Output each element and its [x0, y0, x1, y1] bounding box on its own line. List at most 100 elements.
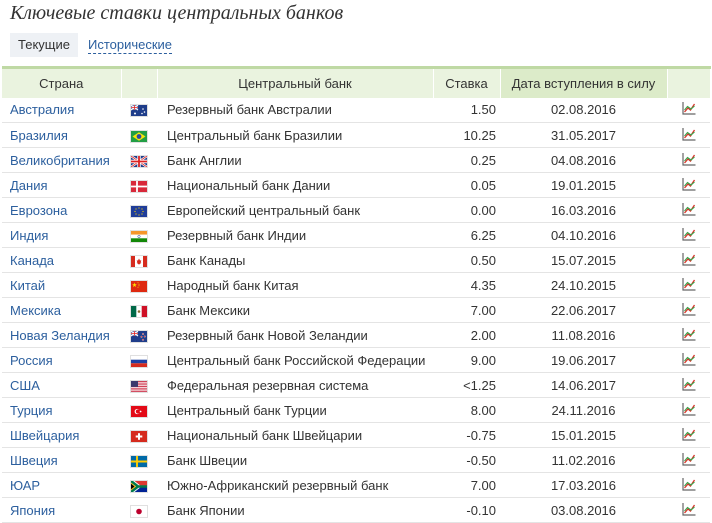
chart-icon[interactable]: [681, 226, 697, 245]
country-cell: Еврозона: [2, 197, 121, 223]
country-cell: Новая Зеландия: [2, 322, 121, 348]
australia-flag-icon: [131, 102, 147, 117]
rate-cell: 4.35: [433, 272, 500, 298]
country-link[interactable]: Россия: [10, 353, 53, 368]
chart-icon[interactable]: [681, 100, 697, 119]
chart-icon[interactable]: [681, 376, 697, 395]
table-row: ЮАР Южно-Африканский резервный банк 7.00 17…: [2, 472, 710, 498]
rate-cell: 0.25: [433, 147, 500, 173]
chart-cell: [667, 347, 710, 373]
country-link[interactable]: Еврозона: [10, 203, 67, 218]
country-cell: Австралия: [2, 97, 121, 123]
country-link[interactable]: Турция: [10, 403, 53, 418]
country-cell: Великобритания: [2, 147, 121, 173]
chart-icon[interactable]: [681, 176, 697, 195]
date-cell: 19.01.2015: [500, 172, 667, 198]
country-cell: США: [2, 372, 121, 398]
table-row: Турция Центральный банк Турции 8.00 24.11.2…: [2, 397, 710, 423]
header-rate[interactable]: Ставка: [433, 66, 501, 98]
chart-cell: [667, 247, 710, 273]
rates-table: Страна Центральный банк Ставка Дата всту…: [2, 66, 711, 523]
rate-cell: <1.25: [433, 372, 500, 398]
chart-icon[interactable]: [681, 476, 697, 495]
chart-icon[interactable]: [681, 351, 697, 370]
flag-cell: [121, 122, 157, 148]
date-cell: 15.07.2015: [500, 247, 667, 273]
usa-flag-icon: [131, 378, 147, 393]
flag-cell: [121, 97, 157, 123]
country-link[interactable]: ЮАР: [10, 478, 40, 493]
country-link[interactable]: США: [10, 378, 40, 393]
date-cell: 03.08.2016: [500, 497, 667, 523]
rate-cell: 6.25: [433, 222, 500, 248]
bank-cell: Банк Англии: [157, 147, 433, 173]
chart-cell: [667, 422, 710, 448]
chart-icon[interactable]: [681, 251, 697, 270]
rate-cell: -0.75: [433, 422, 500, 448]
japan-flag-icon: [131, 503, 147, 518]
country-cell: Турция: [2, 397, 121, 423]
flag-cell: [121, 322, 157, 348]
header-country[interactable]: Страна: [2, 66, 122, 98]
table-row: Великобритания Банк Англии 0.25 04.08.2016: [2, 147, 710, 173]
chart-icon[interactable]: [681, 401, 697, 420]
chart-icon[interactable]: [681, 151, 697, 170]
date-cell: 31.05.2017: [500, 122, 667, 148]
header-date[interactable]: Дата вступления в силу: [500, 66, 668, 98]
rate-cell: 7.00: [433, 297, 500, 323]
tab-historical[interactable]: Исторические: [87, 36, 173, 54]
header-bank[interactable]: Центральный банк: [157, 66, 434, 98]
date-cell: 24.10.2015: [500, 272, 667, 298]
rate-cell: 1.50: [433, 97, 500, 123]
chart-cell: [667, 172, 710, 198]
country-cell: Индия: [2, 222, 121, 248]
chart-icon[interactable]: [681, 301, 697, 320]
flag-cell: [121, 497, 157, 523]
country-link[interactable]: Канада: [10, 253, 54, 268]
flag-cell: [121, 172, 157, 198]
chart-cell: [667, 472, 710, 498]
flag-cell: [121, 222, 157, 248]
country-link[interactable]: Япония: [10, 503, 55, 518]
bank-cell: Банк Канады: [157, 247, 433, 273]
country-link[interactable]: Индия: [10, 228, 48, 243]
rate-cell: -0.10: [433, 497, 500, 523]
denmark-flag-icon: [131, 178, 147, 193]
country-link[interactable]: Швеция: [10, 453, 58, 468]
bank-cell: Банк Японии: [157, 497, 433, 523]
bank-cell: Центральный банк Турции: [157, 397, 433, 423]
tabs: Текущие Исторические: [10, 33, 173, 57]
country-link[interactable]: Бразилия: [10, 128, 68, 143]
chart-icon[interactable]: [681, 326, 697, 345]
country-link[interactable]: Дания: [10, 178, 48, 193]
table-row: Индия Резервный банк Индии 6.25 04.10.2016: [2, 222, 710, 248]
chart-icon[interactable]: [681, 126, 697, 145]
country-cell: Бразилия: [2, 122, 121, 148]
date-cell: 15.01.2015: [500, 422, 667, 448]
rate-cell: 0.00: [433, 197, 500, 223]
chart-icon[interactable]: [681, 201, 697, 220]
table-row: Китай Народный банк Китая 4.35 24.10.2015: [2, 272, 710, 298]
flag-cell: [121, 447, 157, 473]
chart-icon[interactable]: [681, 501, 697, 520]
country-link[interactable]: Великобритания: [10, 153, 110, 168]
bank-cell: Южно-Африканский резервный банк: [157, 472, 433, 498]
country-link[interactable]: Китай: [10, 278, 45, 293]
date-cell: 22.06.2017: [500, 297, 667, 323]
date-cell: 04.10.2016: [500, 222, 667, 248]
country-link[interactable]: Новая Зеландия: [10, 328, 110, 343]
bank-cell: Резервный банк Австралии: [157, 97, 433, 123]
country-link[interactable]: Мексика: [10, 303, 61, 318]
chart-icon[interactable]: [681, 451, 697, 470]
country-cell: Швеция: [2, 447, 121, 473]
chart-icon[interactable]: [681, 276, 697, 295]
tab-current[interactable]: Текущие: [10, 33, 78, 57]
chart-icon[interactable]: [681, 426, 697, 445]
country-link[interactable]: Швейцария: [10, 428, 79, 443]
switzerland-flag-icon: [131, 428, 147, 443]
country-cell: Мексика: [2, 297, 121, 323]
bank-cell: Национальный банк Швейцарии: [157, 422, 433, 448]
country-cell: Швейцария: [2, 422, 121, 448]
country-link[interactable]: Австралия: [10, 102, 74, 117]
country-cell: Китай: [2, 272, 121, 298]
